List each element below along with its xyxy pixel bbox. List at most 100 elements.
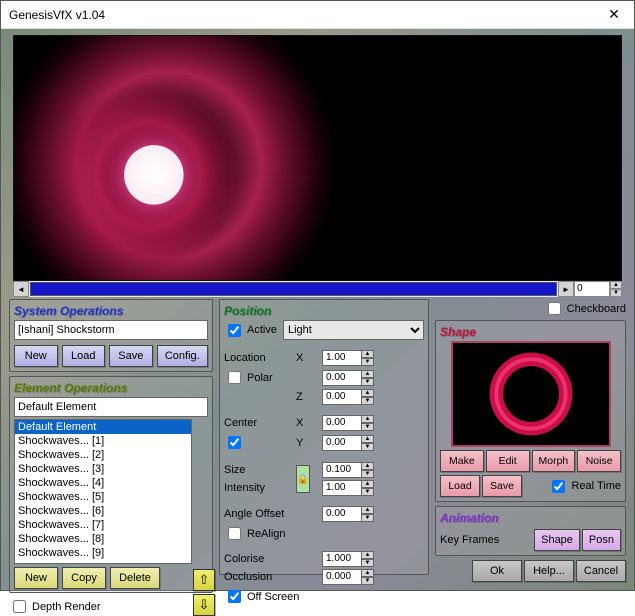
shape-noise-button[interactable]: Noise — [577, 450, 621, 472]
axis-x2-label: X — [296, 417, 318, 429]
element-list-item[interactable]: Default Element — [15, 420, 191, 434]
location-z2-field[interactable]: 0.00▲▼ — [322, 389, 424, 405]
active-cb[interactable] — [228, 324, 241, 337]
system-config-button[interactable]: Config. — [157, 345, 208, 367]
element-list-item[interactable]: Shockwaves... [2] — [15, 448, 191, 462]
element-list-item[interactable]: Shockwaves... [1] — [15, 434, 191, 448]
size-field[interactable]: 0.100▲▼ — [322, 462, 424, 478]
intensity-field[interactable]: 1.00▲▼ — [322, 480, 424, 496]
size-label: Size — [224, 464, 292, 476]
element-delete-button[interactable]: Delete — [110, 567, 160, 589]
close-button[interactable]: ✕ — [594, 1, 634, 28]
help-button[interactable]: Help... — [524, 560, 574, 582]
animation-title: Animation — [440, 509, 621, 527]
cancel-button[interactable]: Cancel — [576, 560, 626, 582]
preview-scrollbar: ◄ ► 0 ▲▼ — [13, 281, 622, 297]
polar-checkbox[interactable]: Polar — [224, 368, 292, 387]
checkboard-cb[interactable] — [548, 302, 561, 315]
key-frames-label: Key Frames — [440, 534, 499, 546]
realign-cb[interactable] — [228, 527, 241, 540]
titlebar[interactable]: GenesisVfX v1.04 ✕ — [1, 1, 634, 29]
occlusion-label: Occlusion — [224, 571, 292, 583]
ok-button[interactable]: Ok — [472, 560, 522, 582]
angle-field[interactable]: 0.00▲▼ — [322, 506, 424, 522]
element-copy-button[interactable]: Copy — [62, 567, 106, 589]
element-new-button[interactable]: New — [14, 567, 58, 589]
active-label: Active — [247, 324, 277, 336]
off-screen-cb[interactable] — [228, 590, 241, 603]
element-move-down-button[interactable]: ⇩ — [193, 594, 215, 616]
off-screen-checkbox[interactable]: Off Screen — [224, 587, 318, 606]
preview-area: ◄ ► 0 ▲▼ — [13, 35, 622, 297]
genesis-vfx-window: GenesisVfX v1.04 ✕ — [0, 0, 635, 591]
shape-load-button[interactable]: Load — [440, 475, 480, 497]
element-operations-title: Element Operations — [14, 379, 208, 397]
axis-x-label: X — [296, 352, 318, 364]
element-list-item[interactable]: Shockwaves... [5] — [15, 490, 191, 504]
preview-canvas[interactable] — [13, 35, 622, 281]
current-element-input[interactable] — [14, 397, 208, 417]
arrow-up-icon: ⇧ — [199, 572, 210, 588]
location-label: Location — [224, 352, 292, 364]
animation-shape-button[interactable]: Shape — [534, 529, 580, 551]
shape-edit-button[interactable]: Edit — [486, 450, 530, 472]
depth-render-checkbox[interactable]: Depth Render — [9, 597, 213, 616]
center-y-field[interactable]: 0.00▲▼ — [322, 435, 424, 451]
realign-checkbox[interactable]: ReAlign — [224, 524, 318, 543]
shape-title: Shape — [440, 323, 621, 341]
occlusion-field[interactable]: 0.000▲▼ — [322, 569, 424, 585]
element-operations-group: Element Operations Default ElementShockw… — [9, 376, 213, 593]
system-new-button[interactable]: New — [14, 345, 58, 367]
depth-render-cb[interactable] — [13, 600, 26, 613]
arrow-down-icon: ⇩ — [199, 597, 210, 613]
colorise-field[interactable]: 1.000▲▼ — [322, 551, 424, 567]
element-list-item[interactable]: Shockwaves... [9] — [15, 546, 191, 560]
animation-group: Animation Key Frames Shape Posn — [435, 506, 626, 556]
center-cb[interactable] — [228, 436, 241, 449]
system-operations-title: System Operations — [14, 302, 208, 320]
system-load-button[interactable]: Load — [62, 345, 106, 367]
close-icon: ✕ — [608, 6, 620, 23]
element-list-item[interactable]: Shockwaves... [7] — [15, 518, 191, 532]
element-move-up-button[interactable]: ⇧ — [193, 569, 215, 591]
element-list[interactable]: Default ElementShockwaves... [1]Shockwav… — [14, 419, 192, 564]
checkboard-label: Checkboard — [567, 303, 626, 315]
center-x-field[interactable]: 0.00▲▼ — [322, 415, 424, 431]
scroll-track[interactable] — [30, 282, 557, 296]
shape-morph-button[interactable]: Morph — [532, 450, 576, 472]
shape-make-button[interactable]: Make — [440, 450, 484, 472]
scroll-right-button[interactable]: ► — [558, 281, 574, 297]
size-lock-icon[interactable]: 🔒 — [296, 465, 310, 493]
scroll-left-button[interactable]: ◄ — [13, 281, 29, 297]
axis-z-label: Z — [296, 391, 318, 403]
preview-coord-spinner[interactable]: ▲▼ — [610, 281, 622, 297]
window-title: GenesisVfX v1.04 — [9, 8, 105, 22]
location-z-field[interactable]: 0.00▲▼ — [322, 370, 424, 386]
preset-name-input[interactable] — [14, 320, 208, 340]
element-list-item[interactable]: Shockwaves... [8] — [15, 532, 191, 546]
element-list-item[interactable]: Shockwaves... [4] — [15, 476, 191, 490]
checkboard-checkbox[interactable]: Checkboard — [544, 299, 626, 318]
location-x-field[interactable]: 1.00▲▼ — [322, 350, 424, 366]
preview-coord-field[interactable]: 0 — [574, 281, 610, 297]
system-operations-group: System Operations New Load Save Config. — [9, 299, 213, 372]
center-label: Center — [224, 417, 292, 429]
angle-offset-label: Angle Offset — [224, 508, 292, 520]
colorise-label: Colorise — [224, 553, 292, 565]
element-list-item[interactable]: Shockwaves... [3] — [15, 462, 191, 476]
element-list-item[interactable]: Shockwaves... [6] — [15, 504, 191, 518]
shape-preview-canvas[interactable] — [451, 341, 611, 447]
shape-save-button[interactable]: Save — [482, 475, 522, 497]
polar-cb[interactable] — [228, 371, 241, 384]
animation-posn-button[interactable]: Posn — [582, 529, 621, 551]
position-mode-dropdown[interactable]: Light — [283, 320, 424, 340]
center-checkbox[interactable] — [224, 433, 292, 452]
active-checkbox[interactable]: Active — [224, 321, 277, 340]
intensity-label: Intensity — [224, 482, 292, 494]
position-group: Position Active Light Locat — [219, 299, 429, 575]
real-time-cb[interactable] — [552, 480, 565, 493]
position-title: Position — [224, 302, 424, 320]
system-save-button[interactable]: Save — [109, 345, 153, 367]
real-time-checkbox[interactable]: Real Time — [548, 477, 621, 496]
shape-group: Shape Make Edit Morph Noise Load S — [435, 320, 626, 502]
